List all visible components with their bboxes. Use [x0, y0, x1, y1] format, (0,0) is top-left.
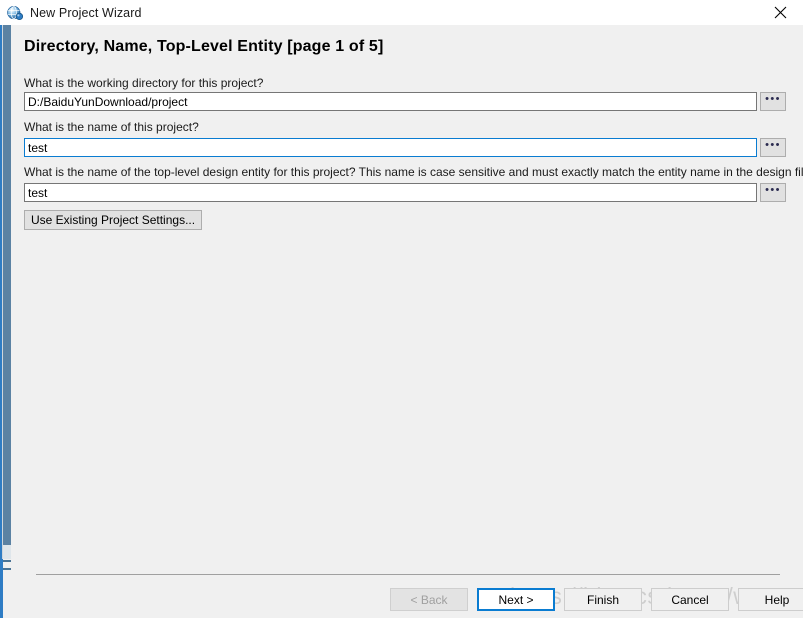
next-button[interactable]: Next >: [477, 588, 555, 611]
footer-separator: [36, 574, 780, 575]
left-scrollbar-track[interactable]: [3, 545, 11, 559]
left-scrollbar-divider-upper: [3, 560, 11, 562]
working-directory-input[interactable]: [24, 92, 757, 111]
project-name-input[interactable]: [24, 138, 757, 157]
finish-button[interactable]: Finish: [564, 588, 642, 611]
ellipsis-icon: •••: [765, 139, 781, 151]
ellipsis-icon: •••: [765, 93, 781, 105]
back-button[interactable]: < Back: [390, 588, 468, 611]
new-project-wizard-window: New Project Wizard Directory, Name, Top-…: [0, 0, 803, 618]
left-scrollbar-strip[interactable]: [3, 25, 11, 545]
top-level-entity-input[interactable]: [24, 183, 757, 202]
title-bar-left-group: New Project Wizard: [7, 0, 142, 25]
working-directory-label: What is the working directory for this p…: [24, 76, 264, 90]
project-name-label: What is the name of this project?: [24, 120, 199, 134]
cancel-button[interactable]: Cancel: [651, 588, 729, 611]
title-bar: New Project Wizard: [0, 0, 803, 25]
left-scrollbar-divider-lower: [3, 568, 11, 570]
project-name-browse-button[interactable]: •••: [760, 138, 786, 157]
close-x-glyph: [774, 6, 786, 19]
dialog-button-bar: < Back Next > Finish Cancel Help: [390, 588, 803, 611]
top-level-entity-browse-button[interactable]: •••: [760, 183, 786, 202]
window-title: New Project Wizard: [30, 5, 142, 20]
top-level-entity-label: What is the name of the top-level design…: [24, 165, 803, 179]
page-title: Directory, Name, Top-Level Entity [page …: [24, 38, 384, 55]
window-border-left-lower: [1, 559, 3, 618]
use-existing-project-settings-button[interactable]: Use Existing Project Settings...: [24, 210, 203, 230]
quartus-globe-icon: [7, 5, 24, 21]
ellipsis-icon: •••: [765, 184, 781, 196]
help-button[interactable]: Help: [738, 588, 803, 611]
working-directory-browse-button[interactable]: •••: [760, 92, 786, 111]
close-icon[interactable]: [757, 0, 803, 25]
